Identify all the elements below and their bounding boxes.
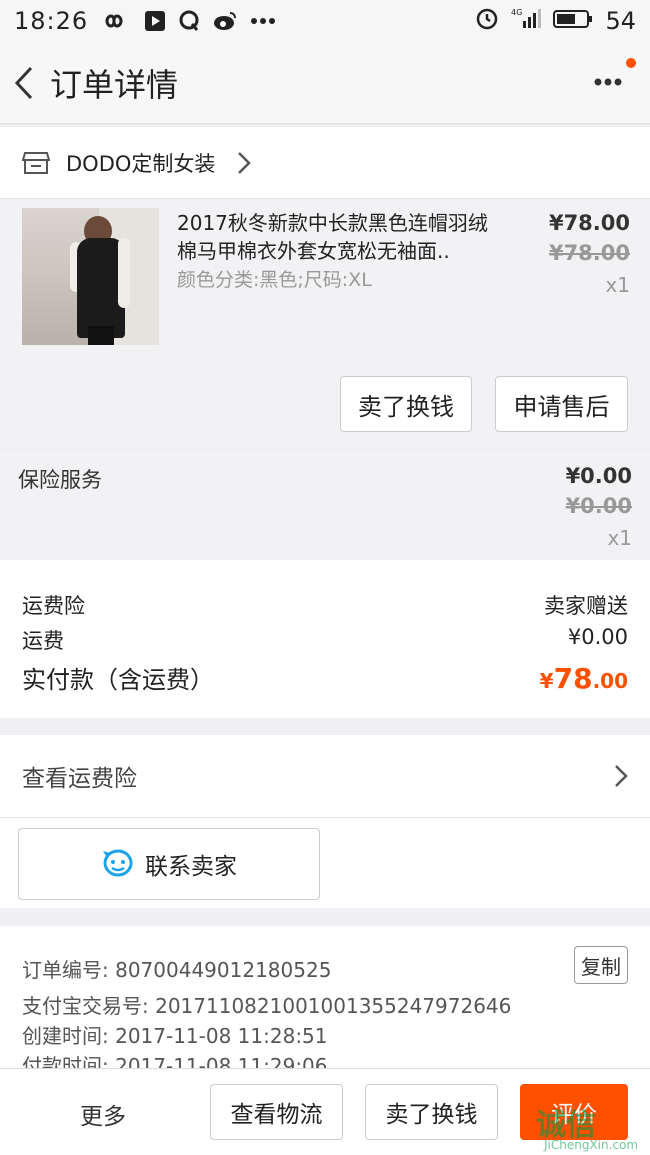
shop-name: DODO定制女装: [66, 151, 216, 176]
play-icon: [144, 10, 166, 32]
more-dots-icon: [250, 17, 276, 25]
contact-section: 联系卖家: [0, 818, 650, 908]
copy-button[interactable]: 复制: [574, 946, 628, 984]
fee-summary: 运费险 卖家赠送 运费 ¥0.00 实付款（含运费） ¥78.00: [0, 560, 650, 718]
battery-icon: [553, 7, 593, 35]
total-label: 实付款（含运费）: [22, 666, 214, 694]
chevron-left-icon: [14, 66, 33, 99]
infinity-icon: [102, 12, 132, 30]
shipping-row: 运费 ¥0.00: [22, 625, 628, 655]
shipping-label: 运费: [22, 629, 64, 653]
alipay-trade-number: 支付宝交易号: 2017110821001001355247972646: [22, 994, 512, 1018]
notification-dot: [626, 58, 636, 68]
insurance-quantity: x1: [607, 526, 632, 550]
shipping-insurance-row: 运费险 卖家赠送: [22, 590, 628, 620]
svg-text:4G: 4G: [511, 8, 522, 17]
shop-row[interactable]: DODO定制女装: [0, 127, 650, 199]
resell-bottom-button[interactable]: 卖了换钱: [365, 1084, 498, 1140]
alarm-icon: [475, 6, 499, 36]
chevron-right-icon: [614, 764, 628, 788]
battery-level: 54: [605, 7, 636, 35]
resell-button[interactable]: 卖了换钱: [340, 376, 472, 432]
insurance-original-price: ¥0.00: [565, 494, 632, 518]
after-sales-button[interactable]: 申请售后: [495, 376, 628, 432]
order-info: 订单编号: 80700449012180525 支付宝交易号: 20171108…: [0, 926, 650, 1071]
shipping-insurance-value: 卖家赠送: [544, 594, 628, 618]
contact-seller-button[interactable]: 联系卖家: [18, 828, 320, 900]
view-freight-insurance[interactable]: 查看运费险: [0, 735, 650, 818]
watermark-url: JiChengXin.com: [544, 1138, 639, 1152]
shipping-value: ¥0.00: [567, 625, 628, 649]
order-item[interactable]: 2017秋冬新款中长款黑色连帽羽绒棉马甲棉衣外套女宽松无袖面.. 颜色分类:黑色…: [0, 199, 650, 447]
wangwang-chat-icon: [103, 849, 133, 877]
store-icon: [22, 151, 50, 174]
product-thumbnail[interactable]: [22, 208, 159, 345]
weibo-icon: [212, 10, 238, 32]
shipping-insurance-label: 运费险: [22, 594, 85, 618]
product-sku: 颜色分类:黑色;尺码:XL: [177, 269, 372, 291]
product-quantity: x1: [605, 273, 630, 297]
insurance-service: 保险服务 ¥0.00 ¥0.00 x1: [0, 452, 650, 560]
order-number: 订单编号: 80700449012180525: [22, 958, 332, 982]
product-title: 2017秋冬新款中长款黑色连帽羽绒棉马甲棉衣外套女宽松无袖面..: [177, 211, 488, 263]
back-button[interactable]: [2, 42, 46, 124]
signal-icon: 4G: [511, 7, 542, 35]
page-title: 订单详情: [50, 65, 179, 104]
watermark-logo: 诚信 JiChengXin.com: [532, 1100, 650, 1155]
more-link[interactable]: 更多: [80, 1097, 126, 1131]
created-time: 创建时间: 2017-11-08 11:28:51: [22, 1024, 328, 1048]
status-bar: 18:26 4G 54: [0, 0, 650, 42]
status-time: 18:26: [14, 7, 89, 35]
more-menu-button[interactable]: [586, 60, 630, 104]
chevron-right-icon: [237, 151, 252, 175]
view-logistics-button[interactable]: 查看物流: [210, 1084, 343, 1140]
total-amount: ¥78.00: [539, 662, 628, 695]
product-original-price: ¥78.00: [548, 241, 630, 265]
freight-insurance-label: 查看运费险: [22, 766, 137, 792]
product-price: ¥78.00: [548, 211, 630, 235]
insurance-label: 保险服务: [18, 468, 102, 492]
more-dots-icon: [594, 78, 622, 86]
total-row: 实付款（含运费） ¥78.00: [22, 660, 628, 695]
nav-bar: 订单详情: [0, 42, 650, 124]
insurance-price: ¥0.00: [565, 464, 632, 488]
q-app-icon: [178, 10, 200, 32]
contact-seller-label: 联系卖家: [145, 854, 237, 880]
